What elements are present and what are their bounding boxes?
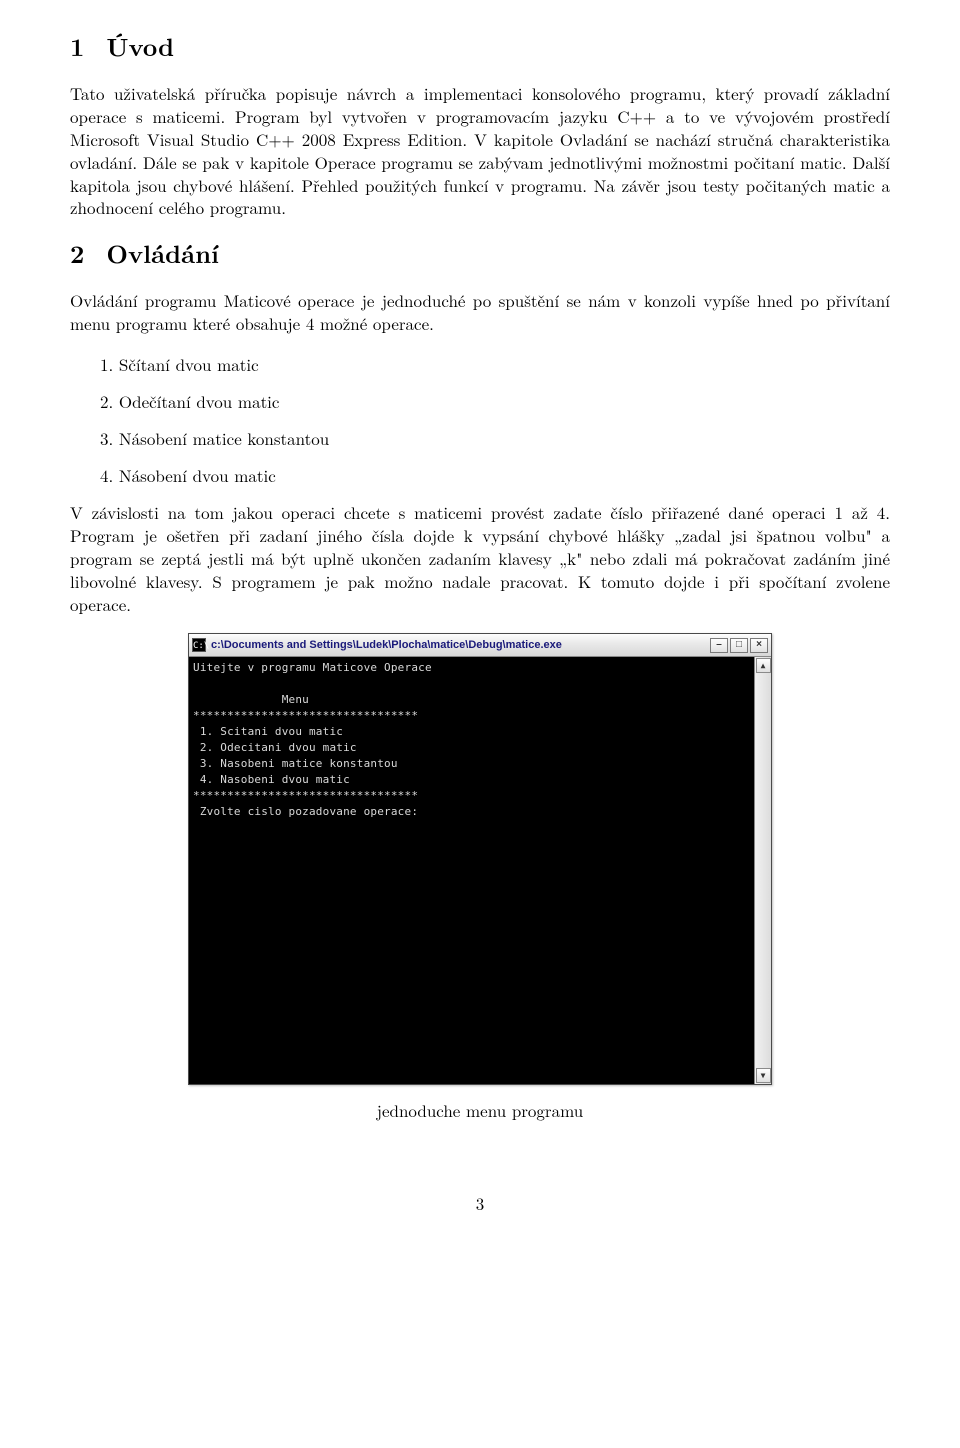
scroll-up-button[interactable]: ▲ <box>756 658 771 673</box>
maximize-button[interactable]: □ <box>730 638 748 653</box>
list-item: 3. Násobení matice konstantou <box>100 427 890 450</box>
list-item: 4. Násobení dvou matic <box>100 464 890 487</box>
section-heading-uvod: 1 Úvod <box>70 30 890 64</box>
minimize-button[interactable]: – <box>710 638 728 653</box>
list-item: 2. Odečítaní dvou matic <box>100 390 890 413</box>
window-title: c:\Documents and Settings\Ludek\Plocha\m… <box>211 640 708 651</box>
page-number: 3 <box>70 1192 890 1215</box>
list-item: 1. Sčítaní dvou matic <box>100 353 890 376</box>
scrollbar[interactable]: ▲ ▼ <box>754 657 771 1084</box>
window-titlebar: C:\ c:\Documents and Settings\Ludek\Ploc… <box>189 634 771 657</box>
section-number: 2 <box>70 237 84 271</box>
section-heading-ovladani: 2 Ovládání <box>70 237 890 271</box>
console-output[interactable]: Uitejte v programu Maticove Operace Menu… <box>189 657 754 1084</box>
section2-after: V závislosti na tom jakou operaci chcete… <box>70 501 890 616</box>
operations-list: 1. Sčítaní dvou matic 2. Odečítaní dvou … <box>70 353 890 487</box>
cmd-icon: C:\ <box>192 638 206 652</box>
section-number: 1 <box>70 30 84 64</box>
section1-paragraph: Tato uživatelská příručka popisuje návrc… <box>70 82 890 220</box>
figure-caption: jednoduche menu programu <box>70 1099 890 1122</box>
console-client-area: Uitejte v programu Maticove Operace Menu… <box>189 657 771 1084</box>
scroll-down-button[interactable]: ▼ <box>756 1068 771 1083</box>
section2-intro: Ovládání programu Maticové operace je je… <box>70 289 890 335</box>
console-window: C:\ c:\Documents and Settings\Ludek\Ploc… <box>188 633 772 1085</box>
section-title: Úvod <box>106 29 174 64</box>
close-button[interactable]: × <box>750 638 768 653</box>
section-title: Ovládání <box>106 236 219 271</box>
